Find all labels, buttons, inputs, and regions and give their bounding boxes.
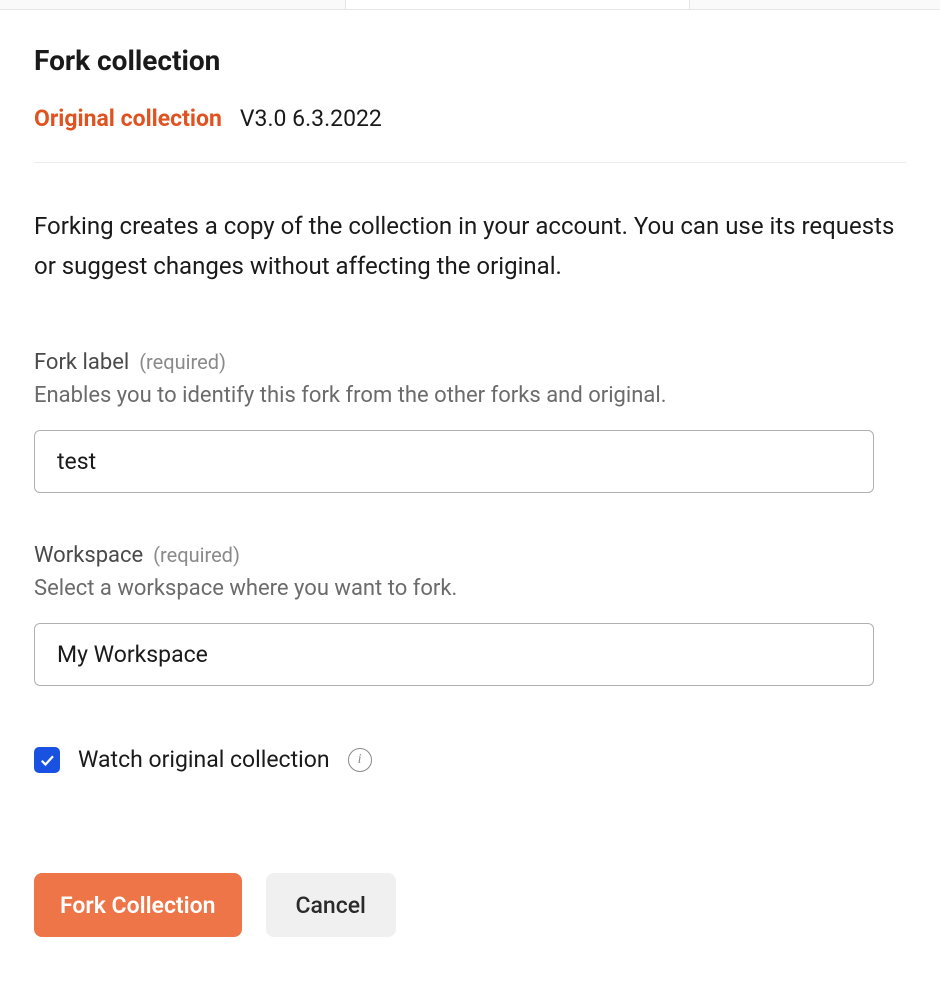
check-icon bbox=[38, 751, 56, 769]
fork-collection-panel: Fork collection Original collection V3.0… bbox=[0, 10, 940, 937]
fork-collection-button[interactable]: Fork Collection bbox=[34, 873, 242, 937]
fork-label-help: Enables you to identify this fork from t… bbox=[34, 379, 906, 412]
original-collection-version: V3.0 6.3.2022 bbox=[240, 105, 382, 132]
fork-label-required: (required) bbox=[139, 350, 226, 374]
watch-original-row: Watch original collection i bbox=[34, 746, 906, 773]
workspace-field-group: Workspace (required) Select a workspace … bbox=[34, 543, 906, 686]
workspace-select-value: My Workspace bbox=[57, 641, 208, 668]
tab-strip bbox=[0, 0, 940, 10]
workspace-select[interactable]: My Workspace bbox=[34, 623, 874, 686]
fork-label-title: Fork label bbox=[34, 350, 129, 375]
workspace-required: (required) bbox=[153, 543, 240, 567]
watch-original-label: Watch original collection bbox=[78, 746, 330, 773]
action-button-row: Fork Collection Cancel bbox=[34, 873, 906, 937]
page-title: Fork collection bbox=[34, 44, 906, 77]
watch-original-checkbox[interactable] bbox=[34, 747, 60, 773]
workspace-title: Workspace bbox=[34, 543, 143, 568]
info-icon[interactable]: i bbox=[348, 748, 372, 772]
original-collection-label: Original collection bbox=[34, 105, 222, 132]
fork-label-field-group: Fork label (required) Enables you to ide… bbox=[34, 350, 906, 493]
fork-label-input[interactable] bbox=[34, 430, 874, 493]
cancel-button[interactable]: Cancel bbox=[266, 873, 396, 937]
workspace-help: Select a workspace where you want to for… bbox=[34, 572, 906, 605]
original-collection-row: Original collection V3.0 6.3.2022 bbox=[34, 105, 906, 163]
fork-description: Forking creates a copy of the collection… bbox=[34, 207, 906, 286]
